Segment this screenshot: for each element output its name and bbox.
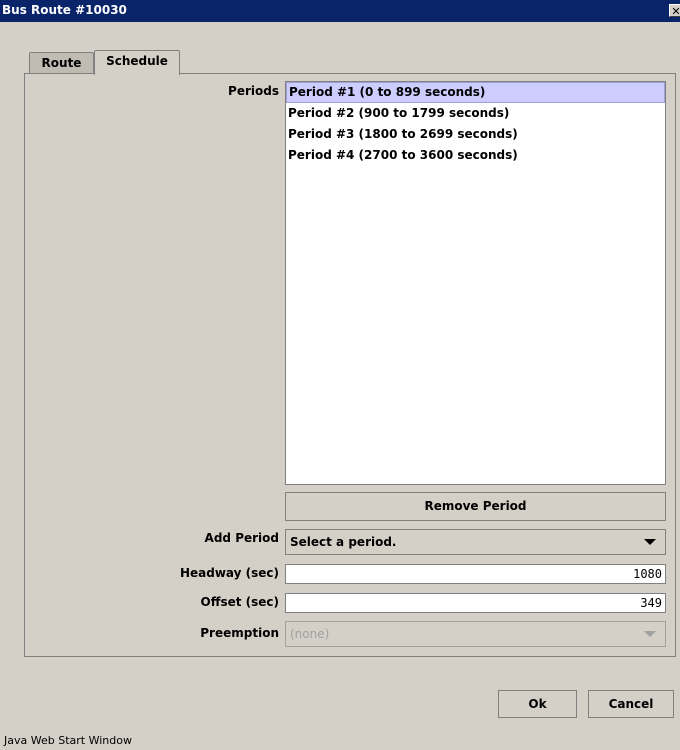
chevron-down-icon — [644, 539, 656, 545]
title-bar: Bus Route #10030 ✕ — [0, 0, 680, 22]
tab-schedule[interactable]: Schedule — [94, 50, 180, 75]
period-item-4[interactable]: Period #4 (2700 to 3600 seconds) — [286, 145, 665, 166]
headway-label: Headway (sec) — [179, 566, 279, 580]
preemption-dropdown[interactable]: (none) — [285, 621, 666, 647]
headway-field[interactable]: 1080 — [285, 564, 666, 584]
add-period-value: Select a period. — [290, 535, 397, 549]
close-icon[interactable]: ✕ — [669, 4, 680, 18]
preemption-label: Preemption — [200, 626, 279, 640]
tab-route[interactable]: Route — [29, 52, 94, 74]
offset-field[interactable]: 349 — [285, 593, 666, 613]
period-item-3[interactable]: Period #3 (1800 to 2699 seconds) — [286, 124, 665, 145]
status-text: Java Web Start Window — [4, 734, 132, 747]
remove-period-button[interactable]: Remove Period — [285, 492, 666, 521]
period-item-2[interactable]: Period #2 (900 to 1799 seconds) — [286, 103, 665, 124]
preemption-value: (none) — [290, 627, 330, 641]
add-period-label: Add Period — [204, 531, 279, 545]
offset-label: Offset (sec) — [200, 595, 279, 609]
periods-label: Periods — [228, 84, 279, 98]
window-title: Bus Route #10030 — [2, 3, 127, 17]
cancel-button[interactable]: Cancel — [588, 690, 674, 718]
chevron-down-icon — [644, 631, 656, 637]
periods-list[interactable]: Period #1 (0 to 899 seconds) Period #2 (… — [285, 81, 666, 485]
period-item-1[interactable]: Period #1 (0 to 899 seconds) — [286, 82, 665, 103]
add-period-dropdown[interactable]: Select a period. — [285, 529, 666, 555]
ok-button[interactable]: Ok — [498, 690, 577, 718]
